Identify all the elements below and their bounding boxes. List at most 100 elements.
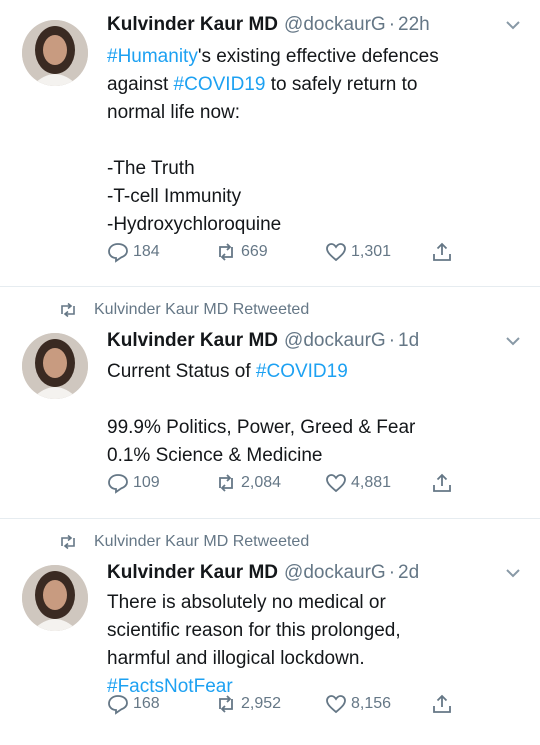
avatar[interactable] (22, 20, 88, 86)
reply-icon (108, 243, 128, 263)
author-handle[interactable]: @dockaurG (284, 12, 386, 38)
separator-dot: · (388, 330, 396, 351)
retweet-button[interactable]: 2,952 (215, 693, 281, 715)
author-name[interactable]: Kulvinder Kaur MD (107, 12, 278, 38)
tweet-text-line: Current Status of #COVID19 (107, 358, 524, 386)
tweet[interactable]: Kulvinder Kaur MD Retweeted Kulvinder Ka… (0, 519, 540, 745)
like-icon (326, 243, 346, 262)
retweeted-by-label[interactable]: Kulvinder Kaur MD Retweeted (94, 533, 309, 551)
tweet-text-run: to safely return to (265, 74, 418, 95)
tweet-header: Kulvinder Kaur MD @dockaurG · 2d (107, 560, 524, 586)
like-count: 1,301 (351, 243, 392, 260)
tweet-text-line (107, 127, 524, 155)
chevron-down-icon[interactable] (502, 14, 524, 36)
author-handle[interactable]: @dockaurG (284, 328, 386, 354)
hashtag-link[interactable]: #COVID19 (256, 361, 348, 382)
author-name[interactable]: Kulvinder Kaur MD (107, 328, 278, 354)
reply-count: 168 (133, 695, 160, 712)
tweet-text-line (107, 386, 524, 414)
avatar-image (22, 565, 88, 631)
avatar-image (22, 20, 88, 86)
author-name[interactable]: Kulvinder Kaur MD (107, 560, 278, 586)
like-count: 4,881 (351, 474, 392, 491)
reply-button[interactable]: 109 (107, 472, 160, 494)
tweet-time[interactable]: 1d (398, 328, 419, 354)
tweet-text-line: -The Truth (107, 155, 524, 183)
retweet-count: 2,952 (241, 695, 282, 712)
tweet-text-line: normal life now: (107, 99, 524, 127)
tweet-text-line: -T-cell Immunity (107, 183, 524, 211)
tweet-text-run: Current Status of (107, 361, 256, 382)
tweet-header: Kulvinder Kaur MD @dockaurG · 22h (107, 12, 524, 38)
tweet-text-run: 's existing effective defences (197, 46, 439, 67)
tweet-text-run: -The Truth (107, 158, 195, 179)
reply-button[interactable]: 184 (107, 241, 160, 263)
retweet-button[interactable]: 2,084 (215, 472, 281, 494)
tweet-text-line: #FactsNotFear (107, 673, 524, 701)
tweet-text-run: 99.9% Politics, Power, Greed & Fear (107, 417, 416, 438)
tweet-text-line: scientific reason for this prolonged, (107, 617, 524, 645)
retweet-icon (61, 302, 75, 318)
tweet-text-run: against (107, 74, 174, 95)
reply-icon (108, 474, 128, 494)
tweet-text-run: normal life now: (107, 102, 241, 123)
like-count: 8,156 (351, 695, 392, 712)
retweeted-by: Kulvinder Kaur MD Retweeted (58, 301, 309, 319)
retweet-icon (61, 534, 75, 550)
tweet-header: Kulvinder Kaur MD @dockaurG · 1d (107, 328, 524, 354)
separator-dot: · (388, 562, 396, 583)
like-button[interactable]: 8,156 (325, 693, 391, 715)
tweet-text-line: 0.1% Science & Medicine (107, 442, 524, 470)
avatar[interactable] (22, 565, 88, 631)
retweet-count: 2,084 (241, 474, 282, 491)
tweet-text-run: harmful and illogical lockdown. (107, 648, 365, 669)
reply-button[interactable]: 168 (107, 693, 160, 715)
tweet-text-line: -Hydroxychloroquine (107, 211, 524, 239)
like-button[interactable]: 1,301 (325, 241, 391, 263)
tweet-text: #Humanity's existing effective defences a… (107, 43, 524, 239)
tweet[interactable]: Kulvinder Kaur MD @dockaurG · 22h #Human… (0, 0, 540, 286)
chevron-down-icon[interactable] (502, 330, 524, 352)
avatar[interactable] (22, 333, 88, 399)
retweet-count: 669 (241, 243, 268, 260)
retweet-icon (219, 474, 233, 492)
tweet-text-run: There is absolutely no medical or (107, 592, 386, 613)
retweet-icon (219, 695, 233, 713)
retweeted-by: Kulvinder Kaur MD Retweeted (58, 533, 309, 551)
like-icon (326, 695, 346, 714)
share-icon (433, 694, 451, 713)
tweet-text-line: There is absolutely no medical or (107, 589, 524, 617)
tweet-text-line: #Humanity's existing effective defences (107, 43, 524, 71)
chevron-down-icon[interactable] (502, 562, 524, 584)
share-button[interactable] (431, 472, 457, 494)
hashtag-link[interactable]: #COVID19 (174, 74, 266, 95)
share-icon (433, 473, 451, 492)
tweet-text-line: against #COVID19 to safely return to (107, 71, 524, 99)
tweet-text: Current Status of #COVID19 99.9% Politics… (107, 358, 524, 470)
tweet-text: There is absolutely no medical or scienti… (107, 589, 524, 701)
reply-icon (108, 695, 128, 715)
separator-dot: · (388, 14, 396, 35)
tweet-text-run: scientific reason for this prolonged, (107, 620, 401, 641)
tweet[interactable]: Kulvinder Kaur MD Retweeted Kulvinder Ka… (0, 287, 540, 518)
tweet-time[interactable]: 2d (398, 560, 419, 586)
like-button[interactable]: 4,881 (325, 472, 391, 494)
reply-count: 184 (133, 243, 160, 260)
tweet-text-line: 99.9% Politics, Power, Greed & Fear (107, 414, 524, 442)
retweet-icon (219, 243, 233, 261)
hashtag-link[interactable]: #Humanity (107, 46, 198, 67)
share-button[interactable] (431, 241, 457, 263)
share-icon (433, 242, 451, 261)
tweet-time[interactable]: 22h (398, 12, 430, 38)
tweet-text-line: harmful and illogical lockdown. (107, 645, 524, 673)
avatar-image (22, 333, 88, 399)
share-button[interactable] (431, 693, 457, 715)
tweet-text-run: -Hydroxychloroquine (107, 214, 282, 235)
retweet-button[interactable]: 669 (215, 241, 268, 263)
retweeted-by-label[interactable]: Kulvinder Kaur MD Retweeted (94, 301, 309, 319)
author-handle[interactable]: @dockaurG (284, 560, 386, 586)
reply-count: 109 (133, 474, 160, 491)
like-icon (326, 474, 346, 493)
tweet-text-run: -T-cell Immunity (107, 186, 242, 207)
tweet-text-run: 0.1% Science & Medicine (107, 445, 323, 466)
